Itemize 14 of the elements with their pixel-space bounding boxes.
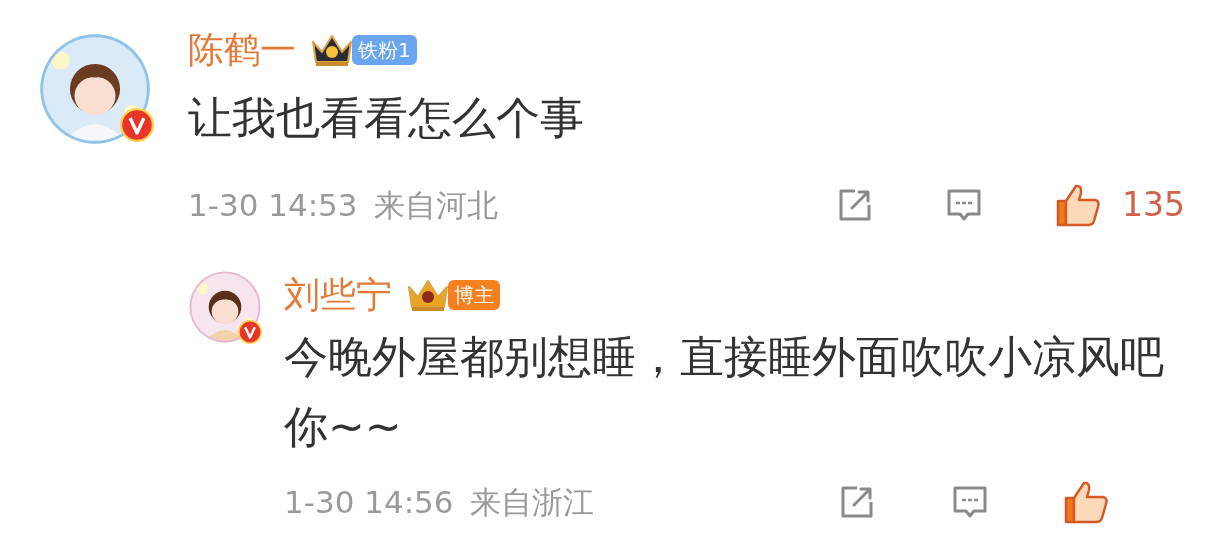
crown-icon: [310, 32, 354, 68]
like-button[interactable]: 135: [1054, 181, 1185, 229]
badge-label: 铁粉1: [352, 35, 417, 65]
reply-text: 今晚外屋都别想睡，直接睡外面吹吹小凉风吧你~~: [284, 330, 1165, 454]
user-name[interactable]: 刘些宁: [284, 268, 392, 322]
like-count: 135: [1122, 184, 1185, 227]
comment-location: 来自河北: [373, 185, 498, 225]
comment-location: 来自浙江: [469, 482, 594, 522]
crown-icon: [406, 277, 450, 313]
comment-text: 让我也看看怎么个事: [188, 92, 585, 144]
comment-time: 1-30 14:53: [188, 185, 358, 225]
comment-time: 1-30 14:56: [284, 482, 454, 522]
user-name[interactable]: 陈鹤一: [188, 23, 296, 77]
badge-label: 博主: [448, 280, 500, 310]
